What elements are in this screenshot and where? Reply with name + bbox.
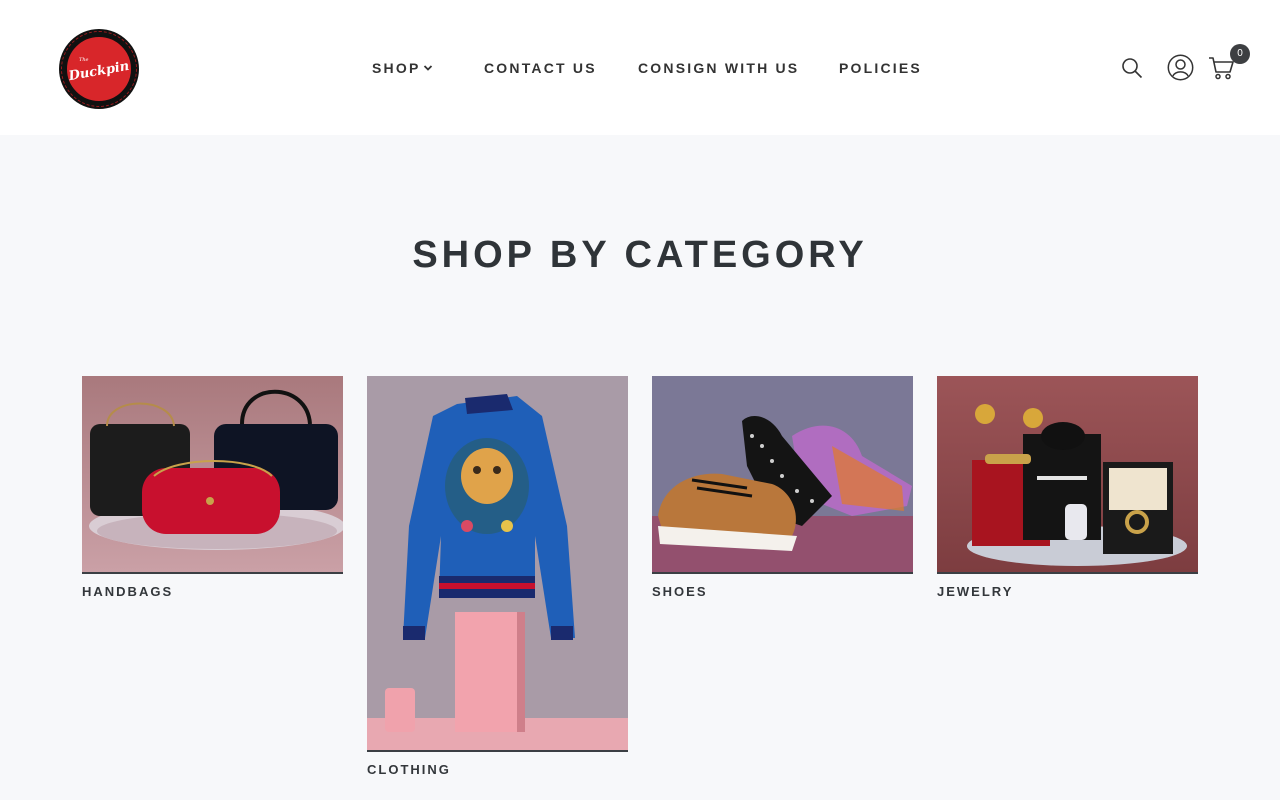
logo-badge: The Duckpin xyxy=(65,35,133,103)
category-card-jewelry[interactable]: JEWELRY xyxy=(937,376,1198,600)
logo-script-text: Duckpin xyxy=(67,58,131,85)
category-label: SHOES xyxy=(652,584,708,599)
site-header: The Duckpin SHOP CONTACT US CONSIGN WITH… xyxy=(0,0,1280,135)
jewelry-image xyxy=(937,376,1198,574)
handbags-image xyxy=(82,376,343,574)
shoes-image xyxy=(652,376,913,574)
category-card-handbags[interactable]: HANDBAGS xyxy=(82,376,343,600)
nav-consign-with-us[interactable]: CONSIGN WITH US xyxy=(638,60,799,76)
category-label: JEWELRY xyxy=(937,584,1014,599)
clothing-image xyxy=(367,376,628,752)
account-icon[interactable] xyxy=(1167,54,1194,81)
logo-the-text: The xyxy=(79,57,89,63)
nav-shop[interactable]: SHOP xyxy=(372,60,433,76)
search-icon[interactable] xyxy=(1121,57,1143,79)
chevron-down-icon xyxy=(423,63,433,73)
nav-policies[interactable]: POLICIES xyxy=(839,60,922,76)
nav-shop-label: SHOP xyxy=(372,60,421,76)
category-card-clothing[interactable]: CLOTHING xyxy=(367,376,628,778)
section-title: SHOP BY CATEGORY xyxy=(412,234,868,276)
cart-count-badge: 0 xyxy=(1230,44,1250,64)
nav-contact-us[interactable]: CONTACT US xyxy=(484,60,597,76)
category-label: HANDBAGS xyxy=(82,584,174,599)
site-logo[interactable]: The Duckpin xyxy=(59,29,139,109)
category-card-shoes[interactable]: SHOES xyxy=(652,376,913,600)
category-label: CLOTHING xyxy=(367,762,451,777)
